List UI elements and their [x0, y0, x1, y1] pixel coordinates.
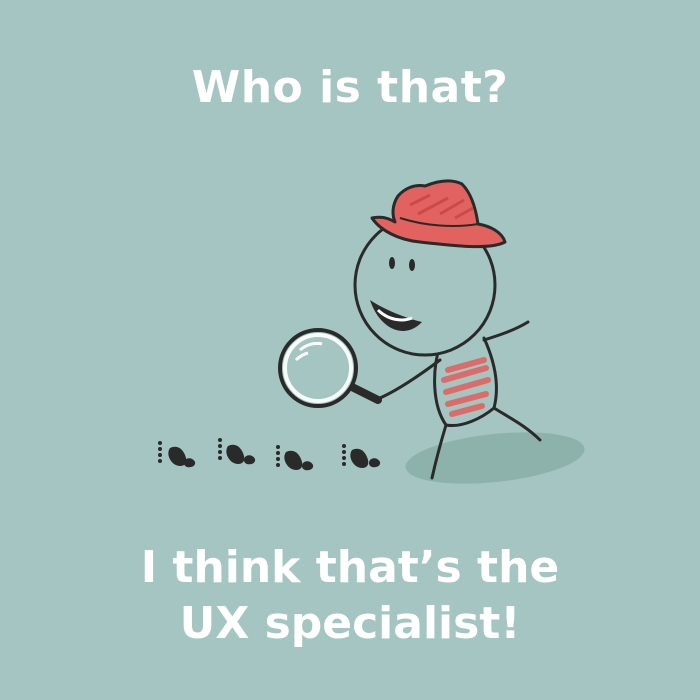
left-eye	[389, 257, 395, 269]
magnifying-glass	[278, 328, 382, 408]
right-eye	[409, 259, 415, 271]
bottom-caption-line2: UX specialist!	[179, 598, 521, 649]
footprints	[158, 438, 381, 471]
bottom-caption-line1: I think that’s the	[140, 542, 560, 593]
footprint	[218, 438, 256, 465]
footprint	[158, 441, 196, 468]
bottom-caption: I think that’s the UX specialist!	[0, 540, 700, 652]
footprint	[342, 444, 381, 468]
ground-shadow	[405, 432, 585, 484]
footprint	[276, 445, 314, 471]
